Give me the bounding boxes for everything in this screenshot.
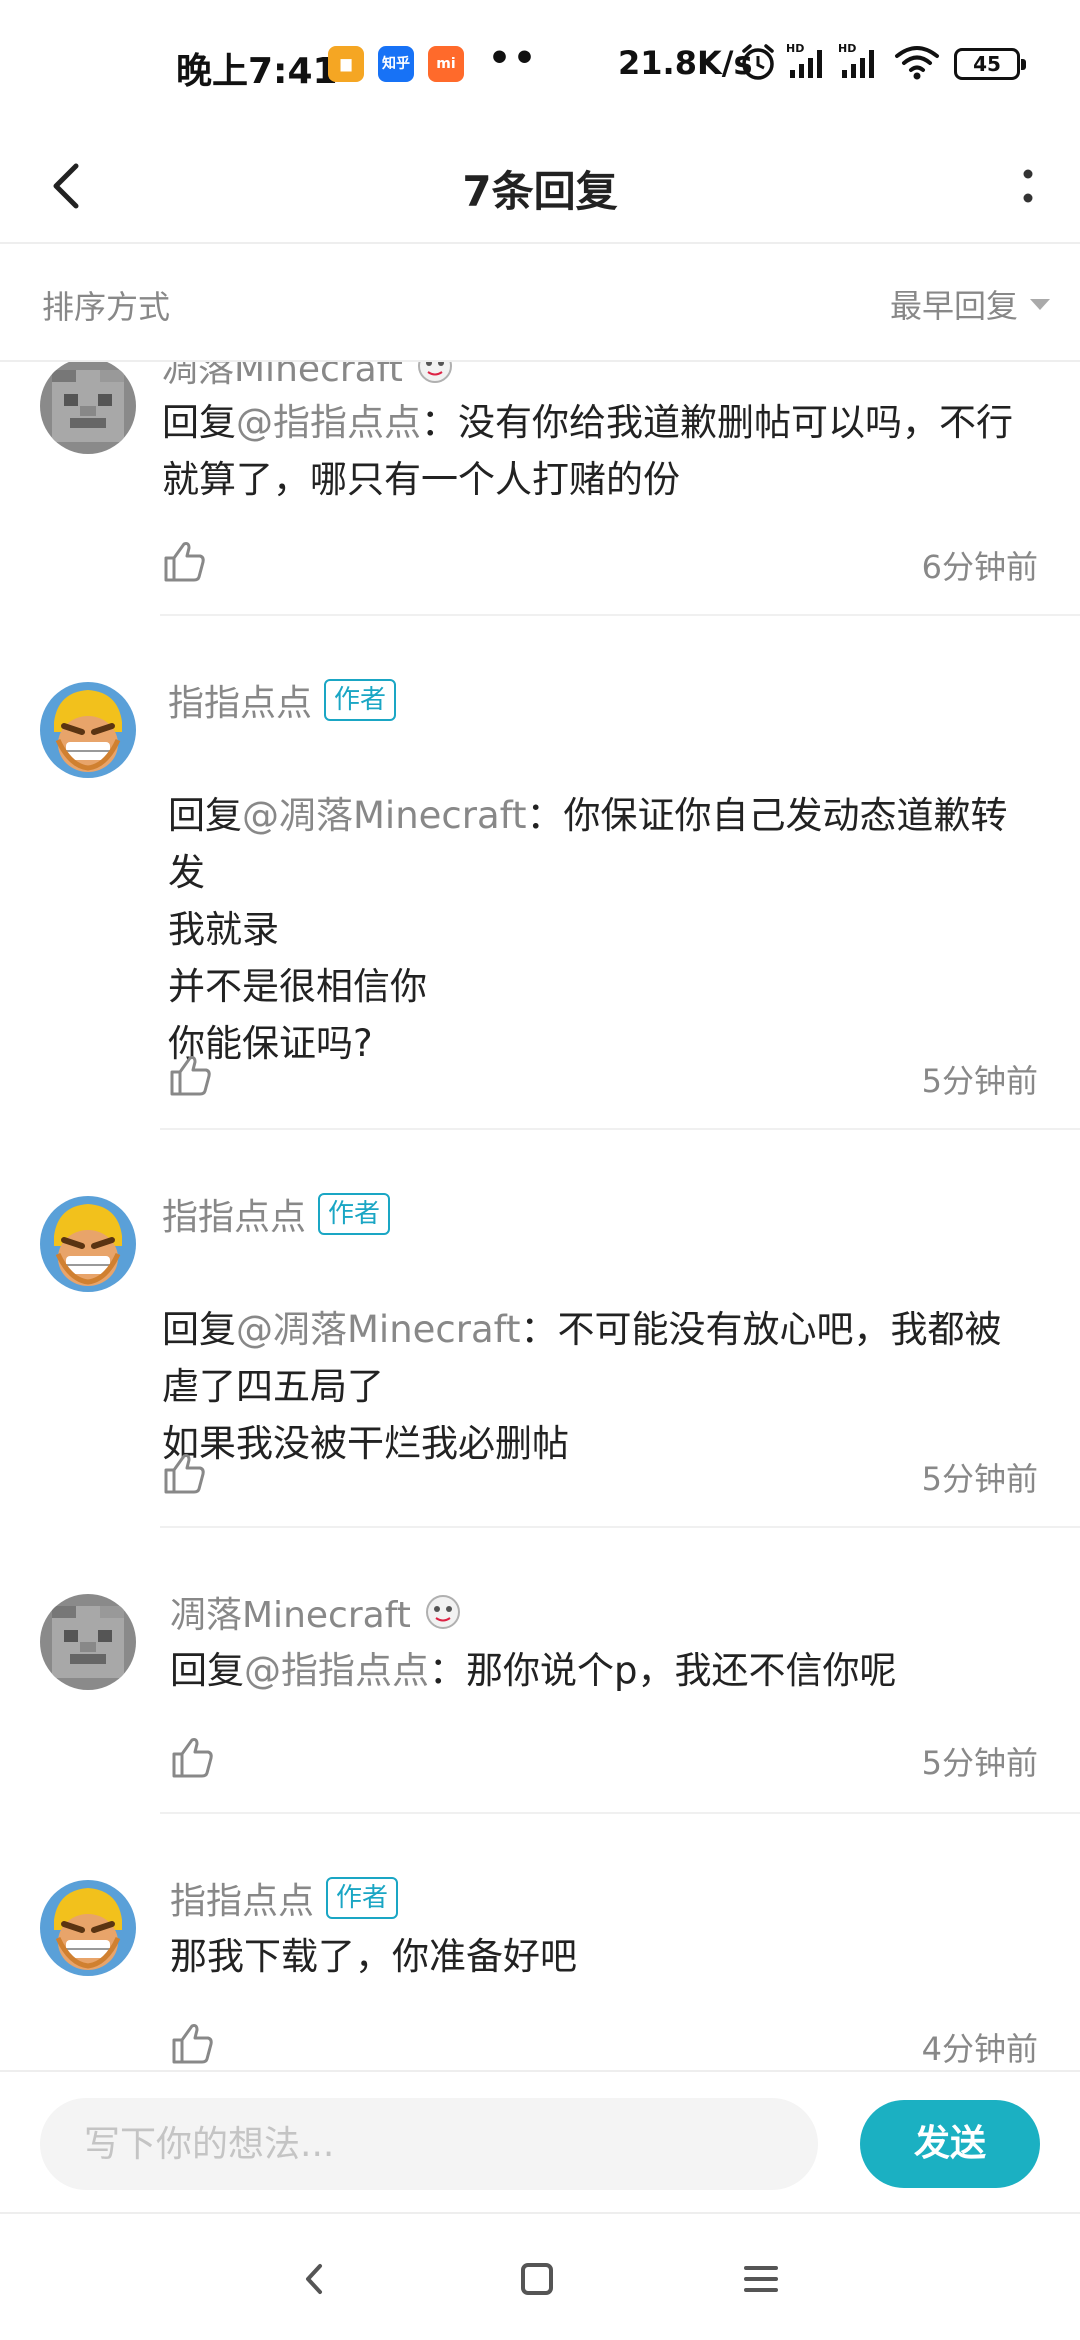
thumbs-up-icon[interactable] <box>166 2018 218 2070</box>
thumbs-up-icon[interactable] <box>166 1732 218 1784</box>
avatar[interactable] <box>40 682 136 778</box>
comment-text: 回复@凋落Minecraft：你保证你自己发动态道歉转发 我就录 并不是很相信你… <box>168 794 1008 1065</box>
sort-value: 最早回复 <box>889 287 1018 325</box>
sort-label: 排序方式 <box>42 288 171 326</box>
barbarian-avatar-image <box>40 1880 136 1976</box>
more-notifications-dots: •• <box>488 38 539 79</box>
system-nav-bar <box>0 2212 1080 2340</box>
comment-text: 回复@指指点点：没有你给我道歉删帖可以吗，不行就算了，哪只有一个人打赌的份 <box>162 401 1013 501</box>
mention-link[interactable]: @凋落Minecraft <box>242 794 527 837</box>
mention-link[interactable]: @指指点点 <box>244 1649 429 1692</box>
sort-dropdown[interactable]: 最早回复 <box>890 276 1052 332</box>
network-speed: 21.8K/s <box>618 44 753 82</box>
thumbs-up-icon[interactable] <box>164 1050 216 1102</box>
comment-time: 5分钟前 <box>921 1460 1038 1498</box>
username[interactable]: 凋落Minecraft <box>170 1586 463 1638</box>
barbarian-avatar-image <box>40 682 136 778</box>
user-medal-icon <box>417 362 452 383</box>
list-item: 凋落Minecraft 回复@指指点点：那你说个p，我还不信你呢 5分钟前 <box>0 1528 1080 1814</box>
username[interactable]: 指指点点 作者 <box>170 1872 399 1924</box>
status-time: 晚上7:41 <box>176 51 338 92</box>
svg-text:HD: HD <box>786 42 804 55</box>
caret-down-icon <box>1030 299 1050 310</box>
alarm-icon <box>742 44 774 80</box>
avatar[interactable] <box>40 362 136 454</box>
pixel-avatar-image <box>40 1594 136 1690</box>
user-medal-icon <box>425 1595 460 1629</box>
signal-hd-icon-2: HD <box>838 42 874 78</box>
nav-home-icon[interactable] <box>502 2244 572 2314</box>
nav-menu-icon[interactable] <box>726 2244 796 2314</box>
list-item: 凋落Minecraft 回复@指指点点：没有你给我道歉删帖可以吗，不行就算了，哪… <box>0 362 1080 618</box>
comment-time: 5分钟前 <box>921 1062 1038 1100</box>
zhihu-app-icon: 知乎 <box>378 46 414 82</box>
thumbs-up-icon[interactable] <box>158 1448 210 1500</box>
username[interactable]: 指指点点 作者 <box>162 1188 391 1240</box>
author-badge: 作者 <box>324 679 397 721</box>
barbarian-avatar-image <box>40 1196 136 1292</box>
gallery-app-icon: ▆ <box>328 46 364 82</box>
list-item: 指指点点 作者 回复@凋落Minecraft：你保证你自己发动态道歉转发 我就录… <box>0 616 1080 1130</box>
sort-bar: 排序方式 最早回复 <box>0 246 1080 362</box>
wifi-icon <box>895 46 939 80</box>
list-item: 指指点点 作者 回复@凋落Minecraft：不可能没有放心吧，我都被虐了四五局… <box>0 1130 1080 1528</box>
top-app-bar: 7条回复 <box>0 130 1080 244</box>
send-button[interactable]: 发送 <box>860 2100 1040 2188</box>
username[interactable]: 指指点点 作者 <box>168 674 397 726</box>
avatar[interactable] <box>40 1880 136 1976</box>
reply-input-bar: 发送 <box>0 2070 1080 2210</box>
comment-time: 5分钟前 <box>921 1744 1038 1782</box>
comment-text: 那我下载了，你准备好吧 <box>170 1935 577 1978</box>
signal-hd-icon: HD <box>786 42 822 78</box>
list-item: 指指点点 作者 那我下载了，你准备好吧 4分钟前 <box>0 1814 1080 2070</box>
comment-time: 6分钟前 <box>921 548 1038 586</box>
more-vertical-icon[interactable] <box>1004 150 1052 222</box>
mention-link[interactable]: @指指点点 <box>236 401 421 444</box>
status-bar: 晚上7:41 ▆ 知乎 mi •• 21.8K/s HD HD 45 <box>0 0 1080 130</box>
battery-indicator: 45 <box>954 48 1026 80</box>
page-title: 7条回复 <box>462 167 618 216</box>
reply-list[interactable]: 凋落Minecraft 回复@指指点点：没有你给我道歉删帖可以吗，不行就算了，哪… <box>0 362 1080 2070</box>
comment-time: 4分钟前 <box>921 2030 1038 2068</box>
author-badge: 作者 <box>318 1193 391 1235</box>
comment-text: 回复@指指点点：那你说个p，我还不信你呢 <box>170 1649 897 1692</box>
mention-link[interactable]: @凋落Minecraft <box>236 1308 521 1351</box>
thumbs-up-icon[interactable] <box>158 536 210 588</box>
pixel-avatar-image <box>40 362 136 454</box>
reply-input[interactable] <box>40 2098 818 2190</box>
svg-text:HD: HD <box>838 42 856 55</box>
nav-back-icon[interactable] <box>280 2244 350 2314</box>
mi-app-icon: mi <box>428 46 464 82</box>
avatar[interactable] <box>40 1594 136 1690</box>
avatar[interactable] <box>40 1196 136 1292</box>
reply-thread-screen: 晚上7:41 ▆ 知乎 mi •• 21.8K/s HD HD 45 7条回复 … <box>0 0 1080 2340</box>
username[interactable]: 凋落Minecraft <box>162 362 455 392</box>
comment-text: 回复@凋落Minecraft：不可能没有放心吧，我都被虐了四五局了 如果我没被干… <box>162 1308 1002 1465</box>
author-badge: 作者 <box>326 1877 399 1919</box>
